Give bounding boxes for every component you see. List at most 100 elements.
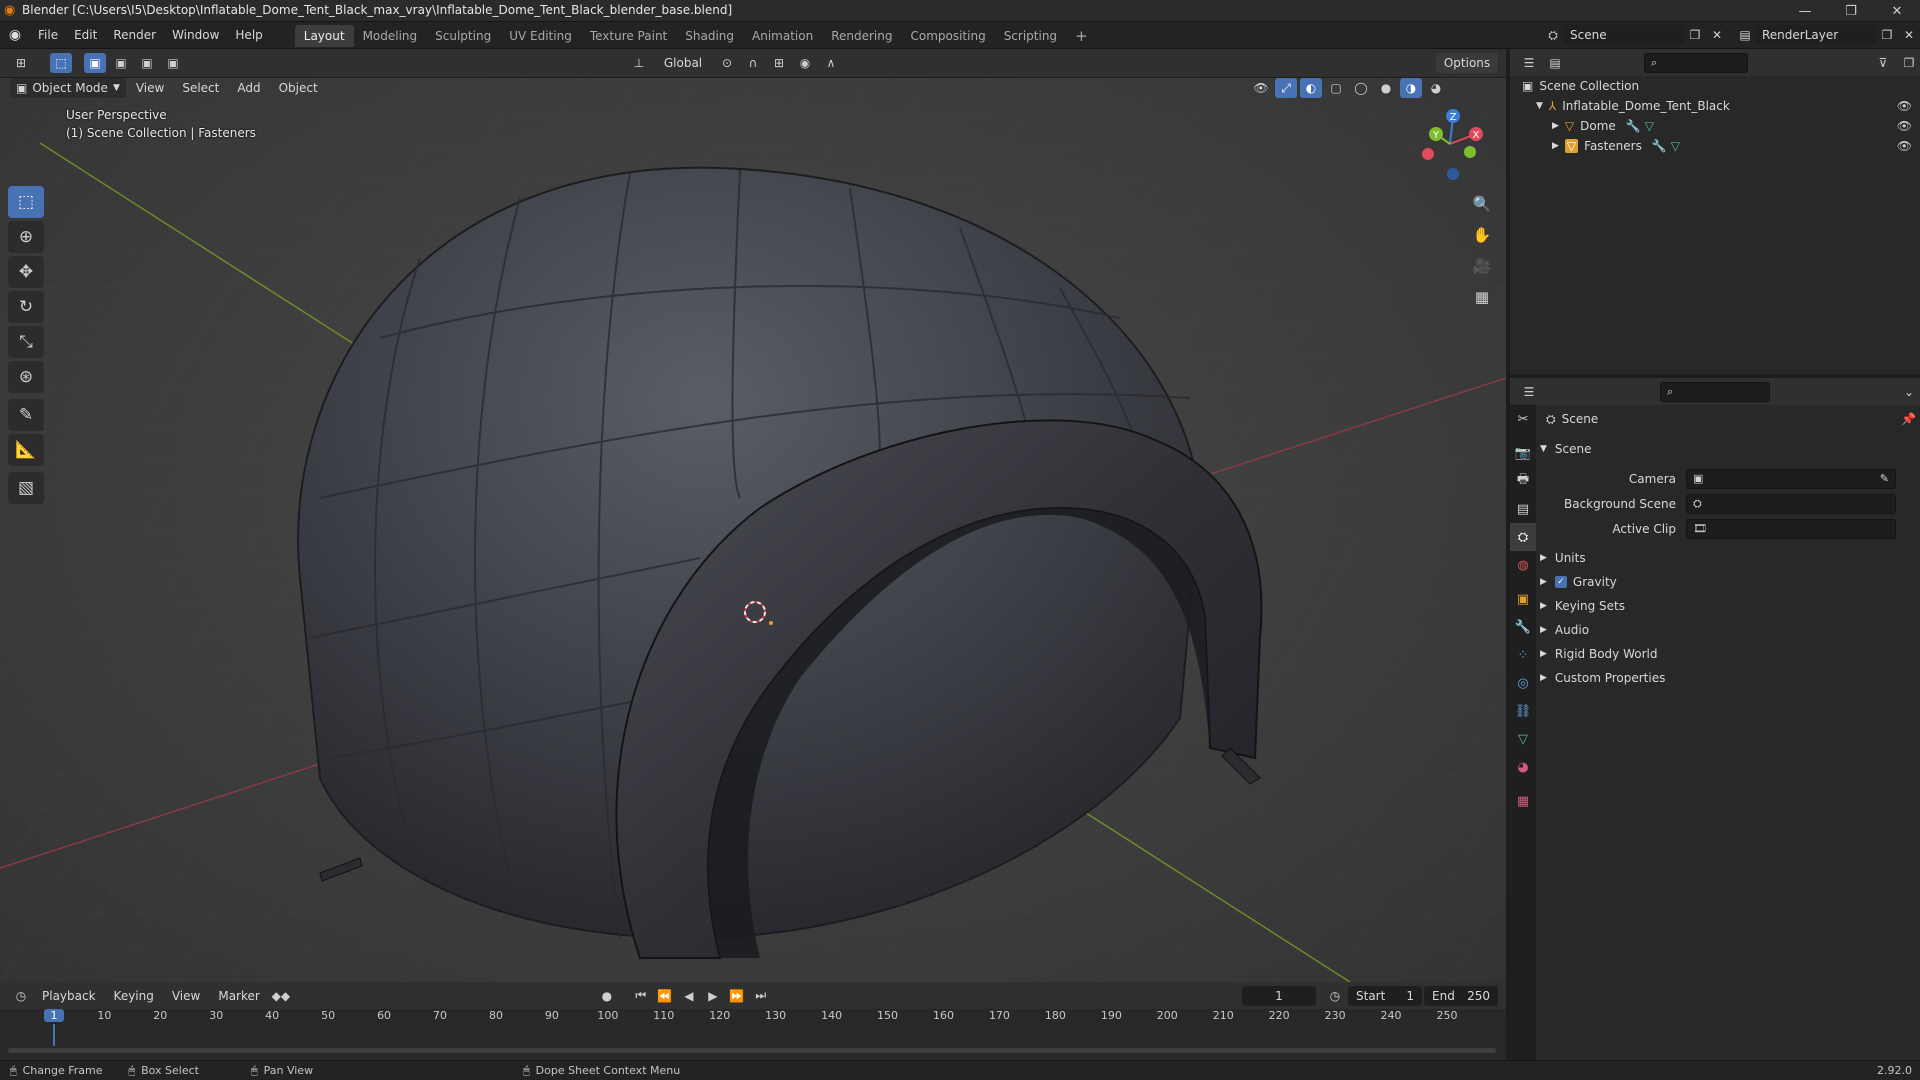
editor-type-icon[interactable]: ⊞: [10, 53, 32, 73]
snap-target-icon[interactable]: ⊞: [768, 53, 790, 73]
tab-layout[interactable]: Layout: [294, 25, 354, 47]
eyedropper-icon[interactable]: ✎: [1880, 472, 1889, 485]
properties-editor-icon[interactable]: ☰: [1518, 382, 1540, 402]
snap-icon[interactable]: ∩: [742, 53, 764, 73]
jump-start-icon[interactable]: ⏮: [630, 986, 652, 1006]
gizmo-toggle-icon[interactable]: ⤢: [1275, 78, 1297, 98]
camera-view-icon[interactable]: 🎥: [1468, 252, 1496, 280]
proportional-edit-icon[interactable]: ◉: [794, 53, 816, 73]
menu-window[interactable]: Window: [164, 22, 227, 49]
timeline-menu-keying[interactable]: Keying: [106, 982, 162, 1009]
material-tab-icon[interactable]: ◕: [1510, 753, 1536, 781]
physics-tab-icon[interactable]: ◎: [1510, 669, 1536, 697]
camera-field[interactable]: ▣ ✎: [1686, 468, 1896, 489]
data-tab-icon[interactable]: ▽: [1510, 725, 1536, 753]
display-mode-icon[interactable]: ▤: [1544, 53, 1566, 73]
timeline-menu-marker[interactable]: Marker: [210, 982, 267, 1009]
tab-animation[interactable]: Animation: [743, 25, 822, 47]
blender-menu-icon[interactable]: ◉: [0, 27, 30, 43]
overlay-toggle-icon[interactable]: ◐: [1300, 78, 1322, 98]
xray-icon[interactable]: ▢: [1325, 78, 1347, 98]
extend-selection-icon[interactable]: ▣: [110, 53, 132, 73]
playhead-line[interactable]: [53, 1024, 55, 1046]
outliner-search-input[interactable]: ⌕: [1644, 52, 1748, 73]
outliner-row-dome[interactable]: ▶ ▽ Dome 🔧 ▽ 👁: [1522, 116, 1912, 136]
rotate-tool-icon[interactable]: ↻: [8, 291, 44, 323]
viewport-menu-object[interactable]: Object: [271, 78, 326, 98]
units-panel-header[interactable]: ▶ Units: [1540, 546, 1912, 570]
background-scene-field[interactable]: ⛭: [1686, 493, 1896, 514]
timeline-menu-view[interactable]: View: [164, 982, 208, 1009]
visibility-eye-icon[interactable]: 👁: [1897, 119, 1912, 133]
delete-renderlayer-icon[interactable]: ✕: [1898, 25, 1920, 45]
expand-arrow-icon[interactable]: ▶: [1552, 141, 1559, 151]
cursor-tool-icon[interactable]: ⊕: [8, 221, 44, 253]
maximize-icon[interactable]: ❐: [1828, 0, 1874, 22]
rendered-shading-icon[interactable]: ◕: [1425, 78, 1447, 98]
options-dropdown[interactable]: Options: [1436, 53, 1498, 73]
timeline-scrollbar[interactable]: [8, 1048, 1496, 1053]
active-clip-field[interactable]: 🎞: [1686, 518, 1896, 539]
modifier-tab-icon[interactable]: 🔧: [1510, 613, 1536, 641]
prev-keyframe-icon[interactable]: ⏪: [654, 986, 676, 1006]
scene-panel-header[interactable]: ▼ Scene: [1540, 437, 1592, 461]
tab-modeling[interactable]: Modeling: [354, 25, 427, 47]
3d-viewport[interactable]: ⬚ ⊕ ✥ ↻ ⤡ ⊛ ✎ 📐 ▧ User Perspective (1) S…: [0, 78, 1506, 982]
constraints-tab-icon[interactable]: ⛓: [1510, 697, 1536, 725]
wireframe-shading-icon[interactable]: ◯: [1350, 78, 1372, 98]
tab-uv-editing[interactable]: UV Editing: [500, 25, 581, 47]
record-icon[interactable]: ●: [596, 986, 618, 1006]
world-tab-icon[interactable]: ◍: [1510, 551, 1536, 579]
material-shading-icon[interactable]: ◑: [1400, 78, 1422, 98]
filter-icon[interactable]: ⊽: [1872, 53, 1894, 73]
renderlayer-selector[interactable]: RenderLayer: [1756, 25, 1876, 45]
expand-arrow-icon[interactable]: ▶: [1552, 121, 1559, 131]
pivot-icon[interactable]: ⊙: [716, 53, 738, 73]
invert-selection-icon[interactable]: ▣: [162, 53, 184, 73]
gravity-checkbox[interactable]: ✓: [1554, 576, 1567, 588]
ortho-grid-icon[interactable]: ▦: [1468, 283, 1496, 311]
output-tab-icon[interactable]: 🖶: [1510, 467, 1536, 495]
falloff-icon[interactable]: ∧: [820, 53, 842, 73]
tab-shading[interactable]: Shading: [676, 25, 743, 47]
play-reverse-icon[interactable]: ◀: [678, 986, 700, 1006]
render-tab-icon[interactable]: 📷: [1510, 439, 1536, 467]
tool-tab-icon[interactable]: ✂: [1510, 405, 1536, 433]
properties-search-input[interactable]: ⌕: [1660, 381, 1770, 402]
end-frame-field[interactable]: End 250: [1424, 985, 1498, 1006]
new-collection-icon[interactable]: ❐: [1898, 53, 1920, 73]
new-renderlayer-icon[interactable]: ❐: [1876, 25, 1898, 45]
tab-scripting[interactable]: Scripting: [995, 25, 1066, 47]
scale-tool-icon[interactable]: ⤡: [8, 326, 44, 358]
close-icon[interactable]: ✕: [1874, 0, 1920, 22]
solid-shading-icon[interactable]: ●: [1375, 78, 1397, 98]
minimize-icon[interactable]: —: [1782, 0, 1828, 22]
zoom-icon[interactable]: 🔍: [1468, 190, 1496, 218]
play-icon[interactable]: ▶: [702, 986, 724, 1006]
add-cube-tool-icon[interactable]: ▧: [8, 472, 44, 504]
move-tool-icon[interactable]: ✥: [8, 256, 44, 288]
menu-edit[interactable]: Edit: [66, 22, 105, 49]
menu-file[interactable]: File: [30, 22, 66, 49]
scene-icon[interactable]: ⛭: [1542, 25, 1564, 45]
new-selection-icon[interactable]: ▣: [84, 53, 106, 73]
pin-icon[interactable]: 📌: [1901, 412, 1916, 426]
mode-dropdown[interactable]: ▣ Object Mode ▼: [10, 78, 126, 98]
gravity-panel-header[interactable]: ▶ ✓ Gravity: [1540, 570, 1912, 594]
outliner-row-scene-collection[interactable]: ▣ Scene Collection: [1522, 76, 1912, 96]
renderlayer-icon[interactable]: ▤: [1734, 25, 1756, 45]
next-keyframe-icon[interactable]: ⏩: [726, 986, 748, 1006]
keying-sets-panel-header[interactable]: ▶ Keying Sets: [1540, 594, 1912, 618]
audio-panel-header[interactable]: ▶ Audio: [1540, 618, 1912, 642]
chevron-down-icon[interactable]: ⌄: [1898, 382, 1920, 402]
menu-render[interactable]: Render: [105, 22, 164, 49]
select-mode-icon[interactable]: ⬚: [50, 53, 72, 73]
particles-tab-icon[interactable]: ⁘: [1510, 641, 1536, 669]
rigid-body-world-panel-header[interactable]: ▶ Rigid Body World: [1540, 642, 1912, 666]
tab-compositing[interactable]: Compositing: [901, 25, 994, 47]
scene-selector[interactable]: Scene: [1564, 25, 1684, 45]
expand-arrow-icon[interactable]: ▼: [1536, 101, 1543, 111]
view-layer-tab-icon[interactable]: ▤: [1510, 495, 1536, 523]
measure-tool-icon[interactable]: 📐: [8, 434, 44, 466]
annotate-tool-icon[interactable]: ✎: [8, 399, 44, 431]
